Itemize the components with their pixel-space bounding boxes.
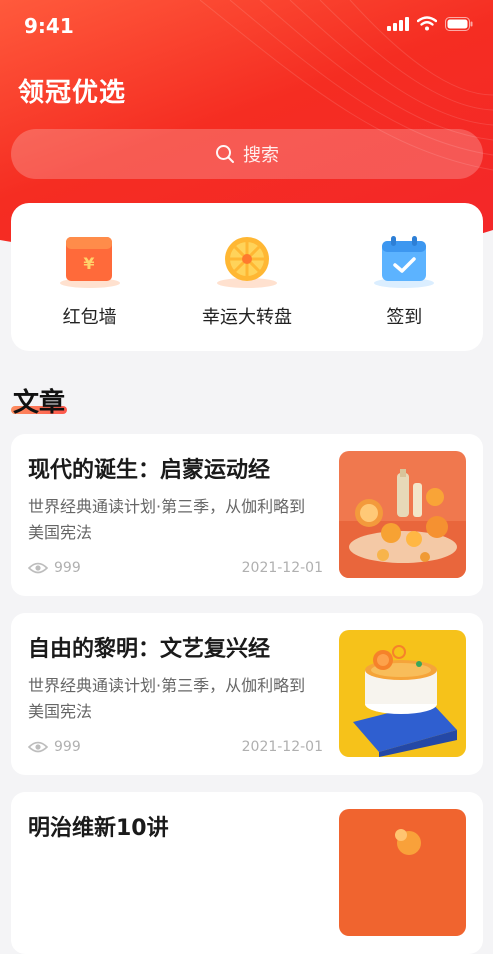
page-title: 领冠优选 xyxy=(18,78,127,108)
article-description: 世界经典通读计划·第三季，从伽利略到美国宪法 xyxy=(28,497,306,542)
article-title: 明治维新10讲 xyxy=(28,816,169,841)
eye-icon xyxy=(28,562,48,574)
status-bar: 9:41 xyxy=(0,0,493,50)
quick-action-check-in[interactable]: 签到 xyxy=(329,203,479,329)
article-views: 999 xyxy=(28,560,81,576)
article-card[interactable]: 现代的诞生：启蒙运动经 世界经典通读计划·第三季，从伽利略到美国宪法 999 2… xyxy=(11,434,483,596)
quick-action-label: 签到 xyxy=(386,307,423,328)
quick-actions-card: ¥ 红包墙 幸运大转盘 签到 xyxy=(11,203,483,351)
eye-icon xyxy=(28,741,48,753)
section-title: 文章 xyxy=(13,388,66,418)
status-time: 9:41 xyxy=(24,14,74,38)
quick-action-red-envelope[interactable]: ¥ 红包墙 xyxy=(15,203,165,329)
article-card[interactable]: 明治维新10讲 xyxy=(11,792,483,954)
battery-icon xyxy=(445,16,473,31)
search-bar[interactable]: 搜索 xyxy=(11,129,483,179)
signal-icon xyxy=(387,16,409,31)
article-views: 999 xyxy=(28,739,81,755)
article-thumbnail xyxy=(339,451,466,578)
quick-action-label: 红包墙 xyxy=(62,307,117,328)
status-icons xyxy=(387,16,473,31)
article-view-count: 999 xyxy=(54,560,81,576)
article-title: 自由的黎明：文艺复兴经 xyxy=(28,637,271,662)
red-envelope-icon: ¥ xyxy=(58,235,122,289)
article-date: 2021-12-01 xyxy=(241,560,323,576)
wifi-icon xyxy=(417,16,437,31)
article-card[interactable]: 自由的黎明：文艺复兴经 世界经典通读计划·第三季，从伽利略到美国宪法 999 2… xyxy=(11,613,483,775)
article-view-count: 999 xyxy=(54,739,81,755)
svg-text:¥: ¥ xyxy=(83,254,94,273)
calendar-check-icon xyxy=(372,235,436,289)
article-thumbnail xyxy=(339,809,466,936)
search-placeholder: 搜索 xyxy=(243,145,279,166)
article-title: 现代的诞生：启蒙运动经 xyxy=(28,458,271,483)
quick-action-lucky-wheel[interactable]: 幸运大转盘 xyxy=(172,203,322,329)
quick-action-label: 幸运大转盘 xyxy=(201,307,292,328)
article-thumbnail xyxy=(339,630,466,757)
lucky-wheel-icon xyxy=(215,235,279,289)
article-meta: 999 2021-12-01 xyxy=(28,739,323,755)
article-meta: 999 2021-12-01 xyxy=(28,560,323,576)
article-description: 世界经典通读计划·第三季，从伽利略到美国宪法 xyxy=(28,676,306,721)
article-date: 2021-12-01 xyxy=(241,739,323,755)
search-icon xyxy=(216,145,234,163)
